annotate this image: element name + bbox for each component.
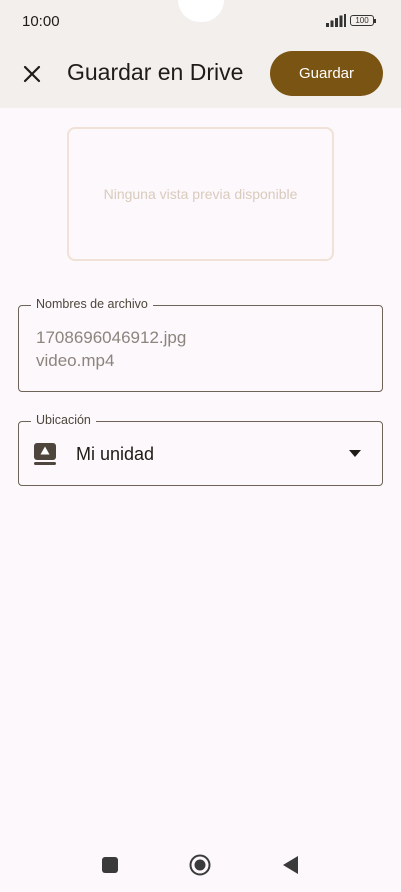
navigation-bar [0,836,401,892]
file-name-item: 1708696046912.jpg [36,328,187,347]
arrow-drop-down-icon [349,450,361,457]
home-button[interactable] [189,854,211,876]
home-icon [189,854,211,876]
app-bar: Guardar en Drive Guardar [0,44,401,108]
close-icon [23,65,41,83]
recents-icon [102,857,118,873]
camera-notch [178,0,224,22]
file-name-item: video.mp4 [36,351,115,370]
status-bar: 10:00 100 [0,0,401,44]
location-value: Mi unidad [76,444,155,464]
battery-level: 100 [355,16,369,25]
recents-button[interactable] [102,857,118,873]
location-select[interactable]: Ubicación Mi unidad [18,413,383,486]
status-time: 10:00 [22,13,60,30]
save-button[interactable]: Guardar [270,51,383,96]
back-icon [283,856,298,874]
page-title: Guardar en Drive [67,59,244,85]
signal-icon [326,14,346,27]
file-preview: Ninguna vista previa disponible [67,127,334,261]
file-names-field[interactable]: Nombres de archivo 1708696046912.jpg vid… [18,297,383,392]
drive-icon [34,443,56,465]
close-button[interactable] [18,60,46,88]
location-label: Ubicación [31,413,96,427]
back-button[interactable] [283,856,299,874]
preview-placeholder-text: Ninguna vista previa disponible [103,186,298,202]
battery-icon: 100 [350,15,376,26]
file-names-label: Nombres de archivo [31,297,153,311]
